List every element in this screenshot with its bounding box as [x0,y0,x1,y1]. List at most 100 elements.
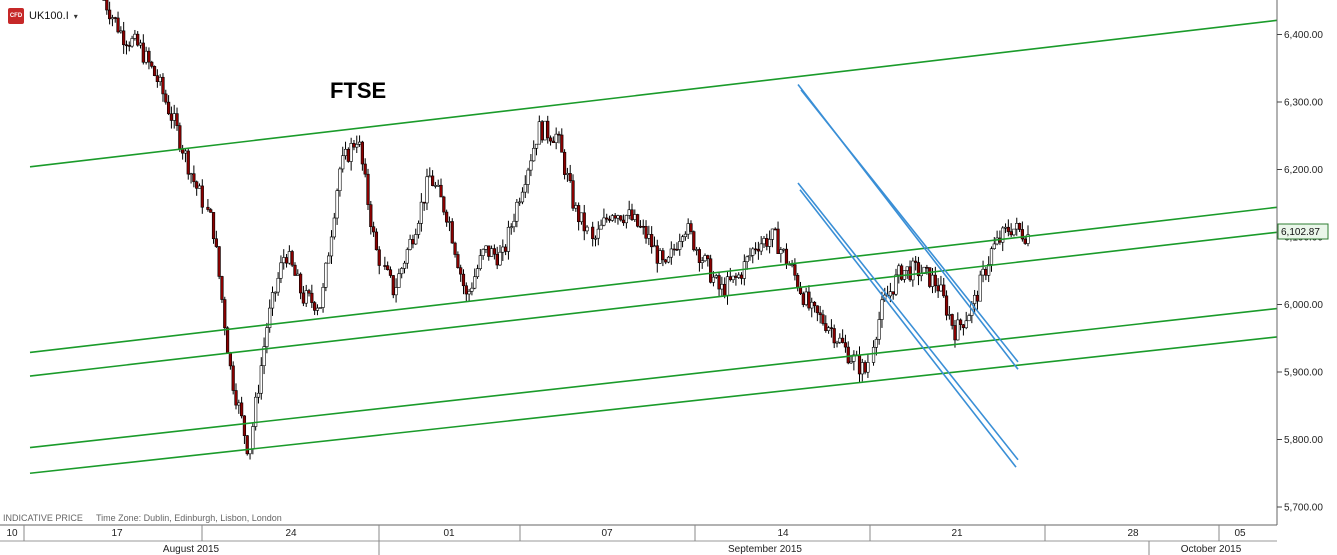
candle-up [110,17,115,20]
candle-up [981,268,985,276]
candle-up [506,226,511,252]
candle-down [456,254,460,268]
candle-up [947,314,951,316]
candle-down [961,324,966,329]
candle-up [144,50,148,63]
candle-down [307,290,311,294]
candle-down [377,249,381,266]
candlestick-chart[interactable]: 5,700.005,800.005,900.006,000.006,100.00… [0,0,1337,555]
price-tick-label: 5,800.00 [1284,435,1323,446]
candle-up [782,248,786,251]
candle-down [1017,223,1022,230]
candle-down [152,66,157,76]
candle-down [706,255,710,260]
candle-up [338,168,342,191]
candle-down [220,276,224,300]
candle-down [450,221,454,244]
price-axis[interactable]: 5,700.005,800.005,900.006,000.006,100.00… [1277,30,1323,514]
candle-up [579,212,584,223]
candle-up [897,265,901,276]
candle-up [779,249,783,254]
candle-up [130,38,134,47]
candle-up [714,275,718,278]
candle-down [453,242,457,255]
candle-up [658,250,662,264]
candle-down [461,273,466,287]
candle-down [439,184,443,198]
candle-down [801,293,805,305]
blue-trendline-down-channel-inner-top[interactable] [800,89,1019,363]
candle-up [447,221,452,223]
price-tick-label: 6,200.00 [1284,165,1323,176]
candle-down [689,223,693,232]
candle-up [565,173,570,175]
candle-down [582,212,586,232]
day-tick-label: 10 [6,528,18,539]
candle-down [124,44,129,47]
candle-down [709,258,713,283]
candle-down [360,141,364,165]
candle-down [613,215,617,219]
candle-down [796,274,800,289]
candle-up [866,362,870,373]
candle-up [880,299,884,320]
candle-down [638,225,643,228]
candle-up [989,248,994,265]
candle-up [405,249,409,264]
candle-down [164,93,168,103]
candle-down [240,402,244,417]
green-trendline-lower-channel-bottom[interactable] [29,336,1278,475]
candle-down [383,265,387,267]
candle-up [498,251,502,266]
candle-up [509,226,513,229]
symbol-name: UK100.I [29,10,69,22]
candle-up [529,160,533,171]
candle-up [678,241,682,250]
symbol-selector[interactable]: CFD UK100.I ▾ [8,8,78,24]
candle-down [650,234,654,248]
candle-up [512,220,516,228]
candle-down [372,226,376,233]
chevron-down-icon[interactable]: ▾ [74,12,78,21]
green-trendline-upper-channel-top[interactable] [29,19,1278,168]
candle-up [703,255,707,262]
candle-down [1009,231,1013,236]
candle-down [560,134,564,153]
candle-down [891,291,895,295]
candle-down [374,231,379,251]
candle-up [259,365,263,394]
candle-down [234,390,238,406]
candle-down [113,17,117,19]
candle-down [186,150,190,175]
candle-down [984,268,988,276]
candle-down [195,181,199,189]
green-trendline-upper-channel-bottom[interactable] [29,231,1278,377]
candle-down [734,275,738,278]
month-tick-label: October 2015 [1181,544,1242,555]
day-tick-label: 28 [1127,528,1139,539]
candle-up [680,236,685,242]
candle-up [335,190,339,219]
candle-down [175,113,179,126]
green-trendline-upper-channel-mid[interactable] [29,206,1278,354]
candle-up [473,276,477,289]
candle-down [958,319,963,325]
candle-up [804,291,808,305]
candle-down [841,337,845,343]
candle-up [610,215,614,221]
candle-up [633,214,637,220]
day-tick-label: 21 [951,528,963,539]
candle-down [495,253,499,266]
candle-up [532,147,536,162]
green-trendline-lower-channel-top[interactable] [29,307,1278,449]
candle-down [487,245,491,257]
candle-up [296,273,300,276]
candle-down [644,226,648,239]
candle-up [501,246,505,253]
candle-up [616,215,620,219]
candle-down [661,250,665,261]
candle-up [256,392,261,398]
candle-up [478,255,482,269]
candle-up [276,277,280,293]
candle-down [169,113,174,121]
